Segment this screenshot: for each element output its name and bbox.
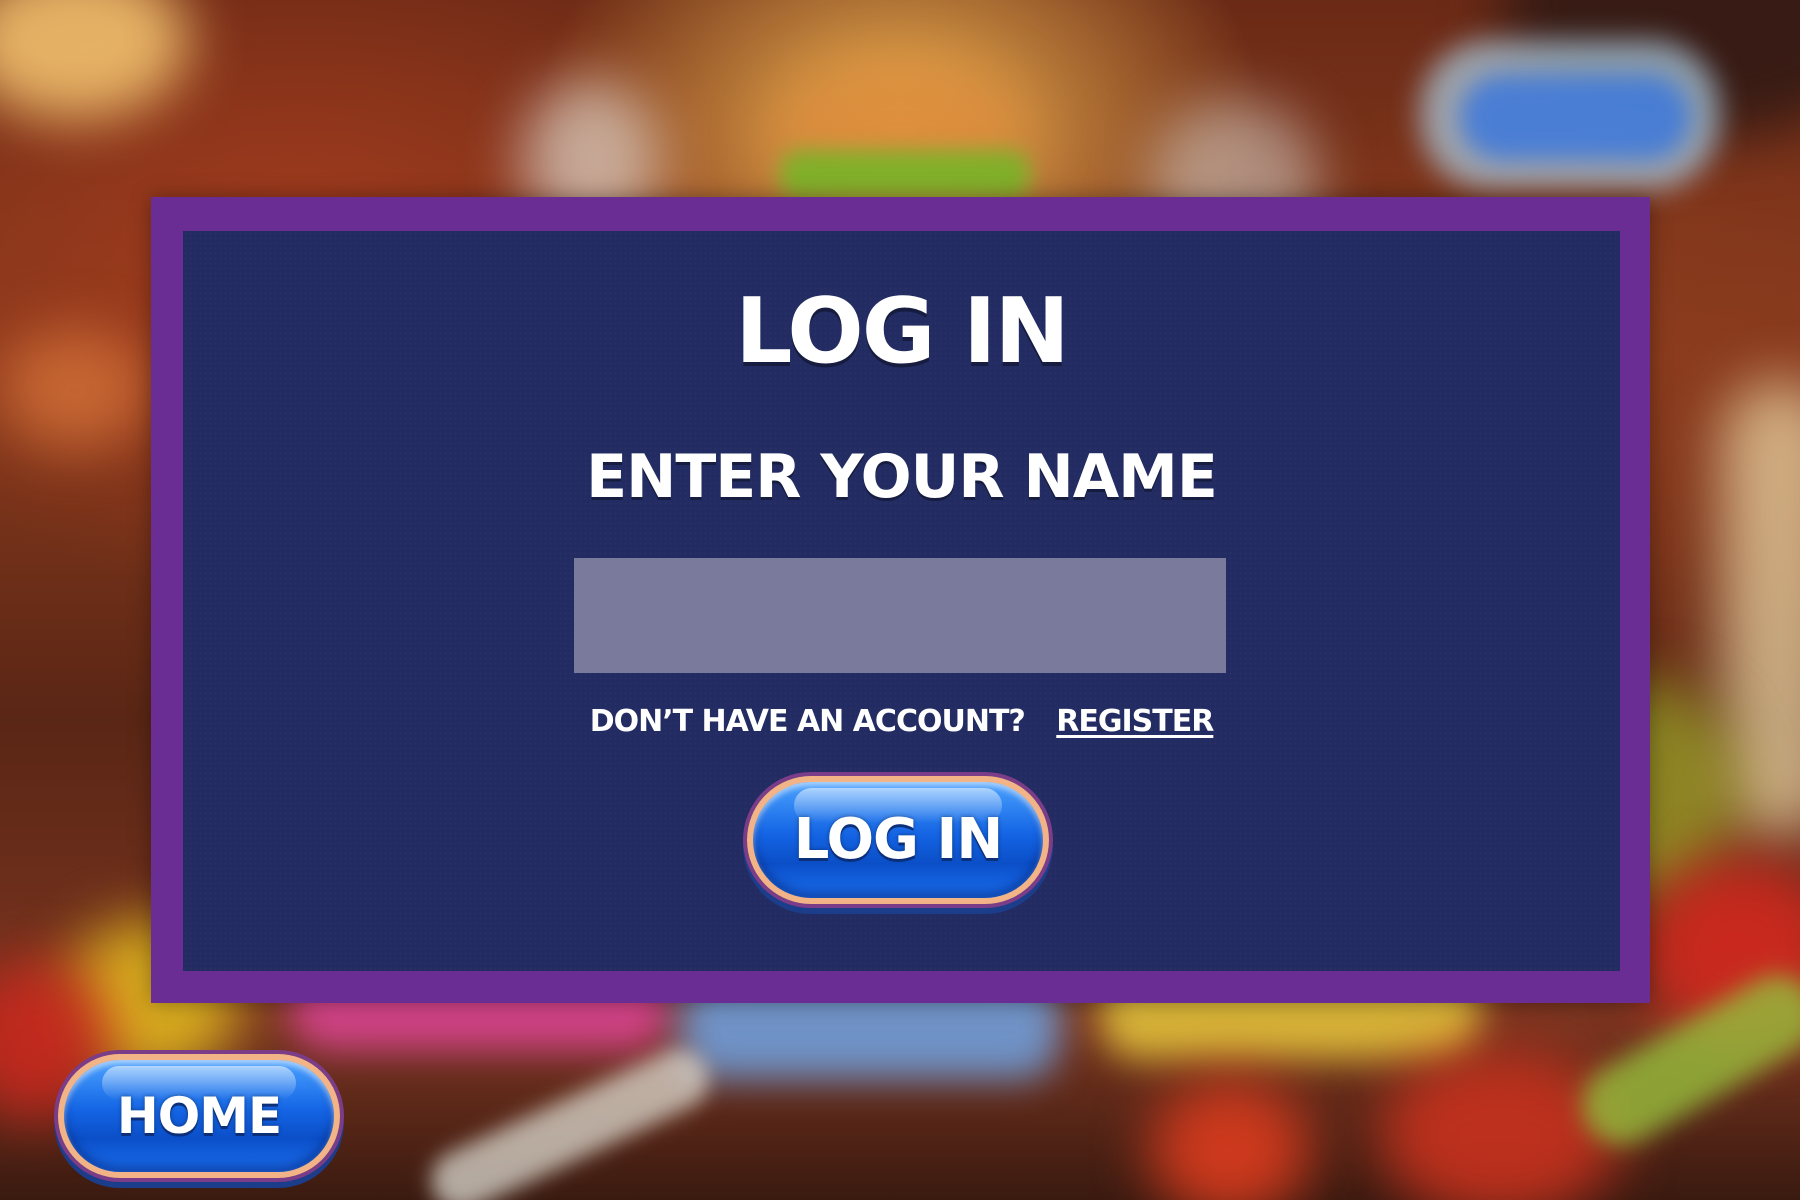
register-prompt-row: DON’T HAVE AN ACCOUNT? REGISTER bbox=[183, 707, 1620, 737]
background-shelf bbox=[0, 330, 150, 450]
home-button-label: HOME bbox=[116, 1087, 282, 1145]
background-tomato bbox=[1380, 1050, 1620, 1200]
background-burger-lettuce bbox=[780, 150, 1030, 200]
background-lamp bbox=[0, 0, 190, 120]
login-dialog: LOG IN ENTER YOUR NAME DON’T HAVE AN ACC… bbox=[151, 197, 1650, 1003]
background-knife bbox=[421, 1039, 719, 1200]
home-button[interactable]: HOME bbox=[58, 1054, 340, 1178]
background-sign-button bbox=[1460, 75, 1690, 160]
login-button[interactable]: LOG IN bbox=[747, 776, 1049, 904]
dialog-title: LOG IN bbox=[735, 279, 1070, 384]
background-tomato bbox=[1150, 1080, 1310, 1200]
name-input[interactable] bbox=[574, 558, 1226, 673]
account-prompt-text: DON’T HAVE AN ACCOUNT? bbox=[589, 704, 1026, 739]
login-panel: LOG IN ENTER YOUR NAME DON’T HAVE AN ACC… bbox=[183, 231, 1620, 971]
register-link[interactable]: REGISTER bbox=[1056, 704, 1214, 739]
login-button-label: LOG IN bbox=[793, 807, 1003, 872]
name-label: ENTER YOUR NAME bbox=[586, 442, 1218, 512]
